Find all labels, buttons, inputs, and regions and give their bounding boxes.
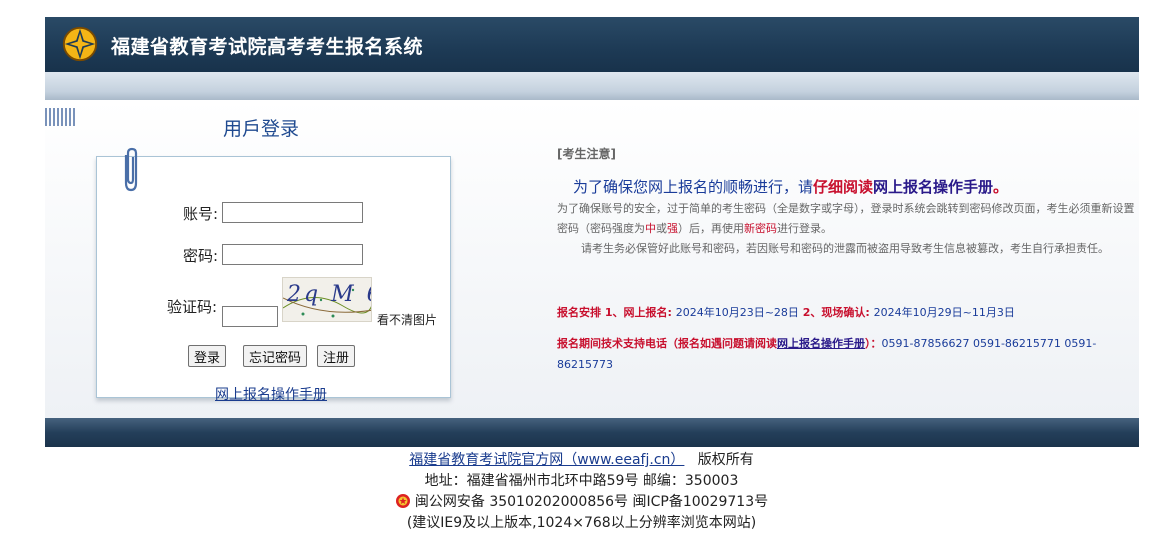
system-title: 福建省教育考试院高考考生报名系统 [111, 36, 424, 58]
captcha-label: 验证码: [167, 298, 218, 316]
notice-main-red: 仔细阅读 [813, 178, 874, 196]
footer-line-1: 福建省教育考试院官方网（www.eeafj.cn） 版权所有 [0, 450, 1163, 471]
page: 福建省教育考试院高考考生报名系统 用戶登录 账号: 密码: 验证码: 2q M … [0, 0, 1163, 541]
decorative-stripes [45, 108, 77, 126]
main-panel: 用戶登录 账号: 密码: 验证码: 2q M 6 3 3 看不清图片 [45, 100, 1139, 418]
header-subbar [45, 72, 1139, 100]
login-form: 账号: 密码: 验证码: 2q M 6 3 3 看不清图片 登录 忘记密码 注册… [96, 147, 451, 403]
official-site-link[interactable]: 福建省教育考试院官方网（www.eeafj.cn） [409, 452, 684, 468]
notice-main: 为了确保您网上报名的顺畅进行，请仔细阅读网上报名操作手册。 [573, 176, 1008, 197]
schedule: 报名安排 1、网上报名: 2024年10月23日~28日 2、现场确认: 202… [557, 304, 1015, 320]
login-title: 用戶登录 [223, 118, 300, 140]
paperclip-icon [124, 147, 138, 192]
schedule-onsite-dates: 2024年10月29日~11月3日 [873, 306, 1015, 319]
notice-p1-medium: 中 [645, 222, 656, 235]
header-bar: 福建省教育考试院高考考生报名系统 [45, 17, 1139, 72]
login-button[interactable]: 登录 [188, 345, 227, 367]
notice-p1-or: 或 [656, 222, 667, 235]
register-button[interactable]: 注册 [317, 345, 356, 367]
account-label: 账号: [183, 205, 219, 223]
bottom-bar [45, 418, 1139, 447]
notice-security-note: 请考生务必保管好此账号和密码，若因账号和密码的泄露而被盗用导致考生信息被篡改，考… [581, 242, 1109, 255]
copyright-text: 版权所有 [697, 452, 754, 468]
password-label: 密码: [183, 247, 219, 265]
password-input[interactable] [222, 244, 363, 265]
footer-line-3: 闽公网安备 35010202000856号 闽ICP备10029713号 [0, 492, 1163, 513]
notice-p1-text3: 进行登录。 [777, 222, 832, 235]
notice-p1-strong: 强 [667, 222, 678, 235]
notice-p1-text2: ）后，再使用 [678, 222, 744, 235]
notice-p1-new: 新密码 [744, 222, 777, 235]
captcha-text: 2q M 6 3 3 [287, 282, 371, 307]
refresh-captcha-link[interactable]: 看不清图片 [377, 311, 437, 328]
browser-note: (建议IE9及以上版本,1024×768以上分辨率浏览本网站) [406, 515, 757, 531]
account-input[interactable] [222, 202, 363, 223]
footer: 福建省教育考试院官方网（www.eeafj.cn） 版权所有 地址：福建省福州市… [0, 450, 1163, 534]
footer-address: 地址：福建省福州市北环中路59号 邮编：350003 [424, 473, 739, 489]
captcha-image[interactable]: 2q M 6 3 3 [282, 277, 372, 322]
notice-manual-link[interactable]: 网上报名操作手册 [873, 178, 993, 196]
schedule-label-online: 报名安排 1、网上报名: [557, 306, 676, 319]
police-badge-icon [395, 494, 410, 508]
captcha-input[interactable] [222, 306, 278, 327]
manual-link[interactable]: 网上报名操作手册 [215, 384, 327, 404]
notice-password-note: 为了确保账号的安全，过于简单的考生密码（全是数字或字母），登录时系统会跳转到密码… [557, 199, 1137, 239]
support-close: ）： [865, 337, 882, 350]
notice-heading: [考生注意] [557, 147, 616, 161]
notice-p1-text: 为了确保账号的安全，过于简单的考生密码（全是数字或字母），登录时系统会跳转到密码… [557, 202, 1135, 235]
notice-main-suffix: 。 [993, 178, 1009, 196]
notice-main-prefix: 为了确保您网上报名的顺畅进行，请 [573, 178, 814, 196]
beian-text[interactable]: 闽公网安备 35010202000856号 闽ICP备10029713号 [415, 494, 768, 510]
schedule-label-onsite: 2、现场确认: [798, 306, 874, 319]
forgot-password-button[interactable]: 忘记密码 [243, 345, 308, 367]
support-manual-link[interactable]: 网上报名操作手册 [777, 337, 865, 350]
compass-star-logo-icon [62, 26, 98, 62]
support-info: 报名期间技术支持电话（报名如遇问题请阅读网上报名操作手册）：0591-87856… [557, 333, 1137, 375]
support-label: 报名期间技术支持电话（报名如遇问题请阅读 [557, 337, 777, 350]
schedule-online-dates: 2024年10月23日~28日 [675, 306, 799, 319]
